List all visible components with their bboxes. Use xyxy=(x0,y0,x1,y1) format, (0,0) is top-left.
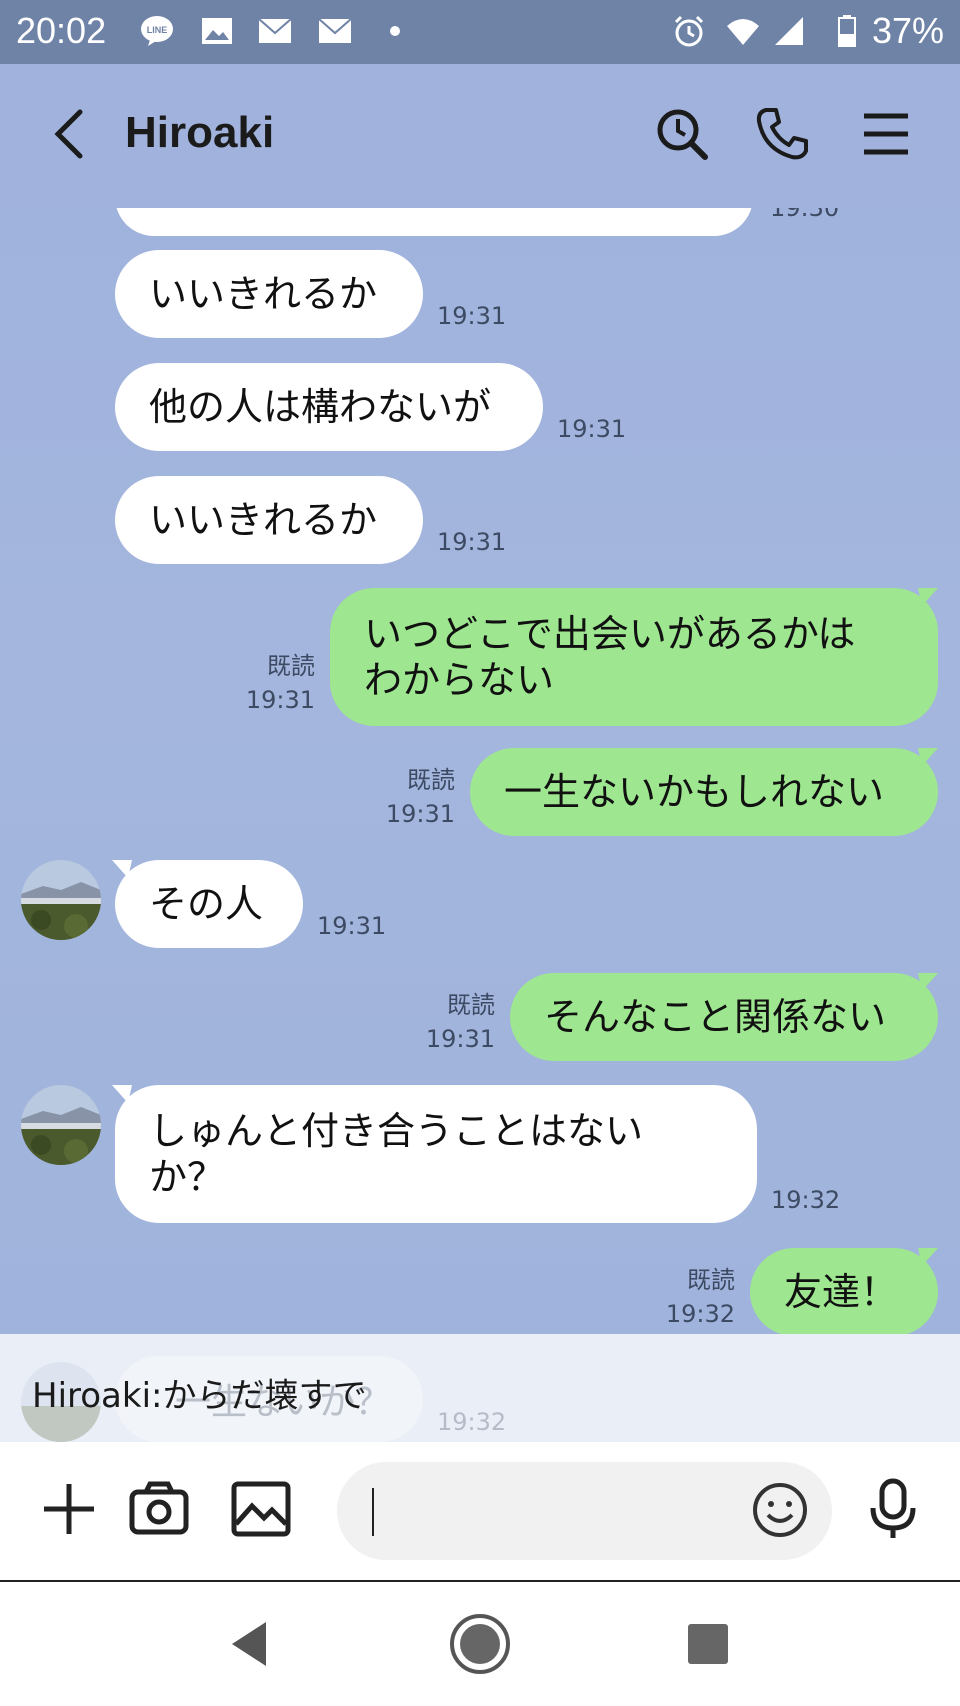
image-notification-icon xyxy=(202,18,232,44)
avatar-image xyxy=(21,860,101,940)
message-time: 19:32 xyxy=(665,1300,735,1328)
message-time: 19:31 xyxy=(437,302,507,330)
nav-home-icon[interactable] xyxy=(448,1612,512,1676)
dot-icon xyxy=(390,26,400,36)
au-mail-icon xyxy=(318,18,352,43)
chat-header: Hiroaki xyxy=(0,64,960,208)
wifi-icon xyxy=(727,19,759,45)
system-nav-bar xyxy=(0,1582,960,1706)
text-cursor xyxy=(372,1488,374,1536)
nav-recents-icon[interactable] xyxy=(676,1612,740,1676)
nav-back-icon[interactable] xyxy=(218,1612,282,1676)
message-time: 19:31 xyxy=(385,800,455,828)
message-time: 19:31 xyxy=(425,1025,495,1053)
image-icon[interactable] xyxy=(230,1478,292,1540)
message-bubble[interactable]: そんなこと関係ない xyxy=(510,973,938,1061)
message-bubble[interactable]: 他の人は構わないが xyxy=(115,363,543,451)
status-time: 20:02 xyxy=(16,10,107,51)
message-time: 19:31 xyxy=(557,415,627,443)
phone-icon[interactable] xyxy=(752,104,812,164)
message-line: しゅんと付き合うことはない xyxy=(149,1109,644,1153)
search-icon[interactable] xyxy=(652,104,712,164)
emoji-icon[interactable] xyxy=(750,1480,810,1540)
signal-icon xyxy=(775,17,803,45)
message-line: わからない xyxy=(364,658,555,702)
bubble-tail xyxy=(918,588,938,606)
new-message-preview[interactable]: 一生ないか？ 19:32 Hiroaki:からだ壊すで xyxy=(0,1334,960,1442)
read-receipt: 既読 xyxy=(267,652,315,680)
svg-text:LINE: LINE xyxy=(147,25,168,35)
message-bubble[interactable]: いいきれるか xyxy=(115,476,423,564)
message-bubble[interactable]: 友達！ xyxy=(750,1248,938,1334)
message-time: 19:31 xyxy=(245,686,315,714)
status-bar: 20:02 LINE 37% xyxy=(0,0,960,64)
message-bubble[interactable]: 一生ないかもしれない xyxy=(470,748,938,836)
avatar[interactable] xyxy=(21,860,101,940)
chat-title: Hiroaki xyxy=(125,108,275,157)
alarm-icon xyxy=(674,15,704,47)
microphone-icon[interactable] xyxy=(862,1478,924,1540)
battery-percentage: 37% xyxy=(871,10,944,51)
message-bubble[interactable]: しゅんと付き合うことはない か？ xyxy=(115,1085,757,1223)
message-line: いつどこで出会いがあるかは xyxy=(364,612,856,656)
message-bubble[interactable]: その人 xyxy=(115,860,303,948)
message-bubble[interactable]: いつどこで出会いがあるかは わからない xyxy=(330,588,938,726)
message-time: 19:32 xyxy=(771,1186,841,1214)
read-receipt: 既読 xyxy=(447,991,495,1019)
back-icon[interactable] xyxy=(40,104,100,164)
bubble-tail xyxy=(918,973,938,991)
plus-icon[interactable] xyxy=(38,1478,100,1540)
message-line: か？ xyxy=(149,1155,226,1199)
read-receipt: 既読 xyxy=(407,766,455,794)
bubble-tail xyxy=(918,1248,938,1266)
avatar-image xyxy=(21,1085,101,1165)
line-notification-icon: LINE xyxy=(141,16,173,46)
message-bubble-partial xyxy=(115,208,753,236)
bubble-tail xyxy=(918,748,938,766)
read-receipt: 既読 xyxy=(687,1266,735,1294)
menu-icon[interactable] xyxy=(856,104,916,164)
preview-text: Hiroaki:からだ壊すで xyxy=(32,1376,367,1416)
message-input-bar xyxy=(0,1442,960,1582)
avatar[interactable] xyxy=(21,1085,101,1165)
faded-message-time: 19:32 xyxy=(437,1408,507,1436)
message-time-partial: 19:30 xyxy=(770,208,840,222)
message-time: 19:31 xyxy=(437,528,507,556)
message-time: 19:31 xyxy=(317,912,387,940)
chat-messages[interactable]: 19:30 いいきれるか 19:31 他の人は構わないが 19:31 いいきれる… xyxy=(0,208,960,1334)
message-bubble[interactable]: いいきれるか xyxy=(115,250,423,338)
au-mail-icon xyxy=(258,18,292,43)
camera-icon[interactable] xyxy=(128,1478,190,1540)
battery-icon xyxy=(838,15,856,47)
